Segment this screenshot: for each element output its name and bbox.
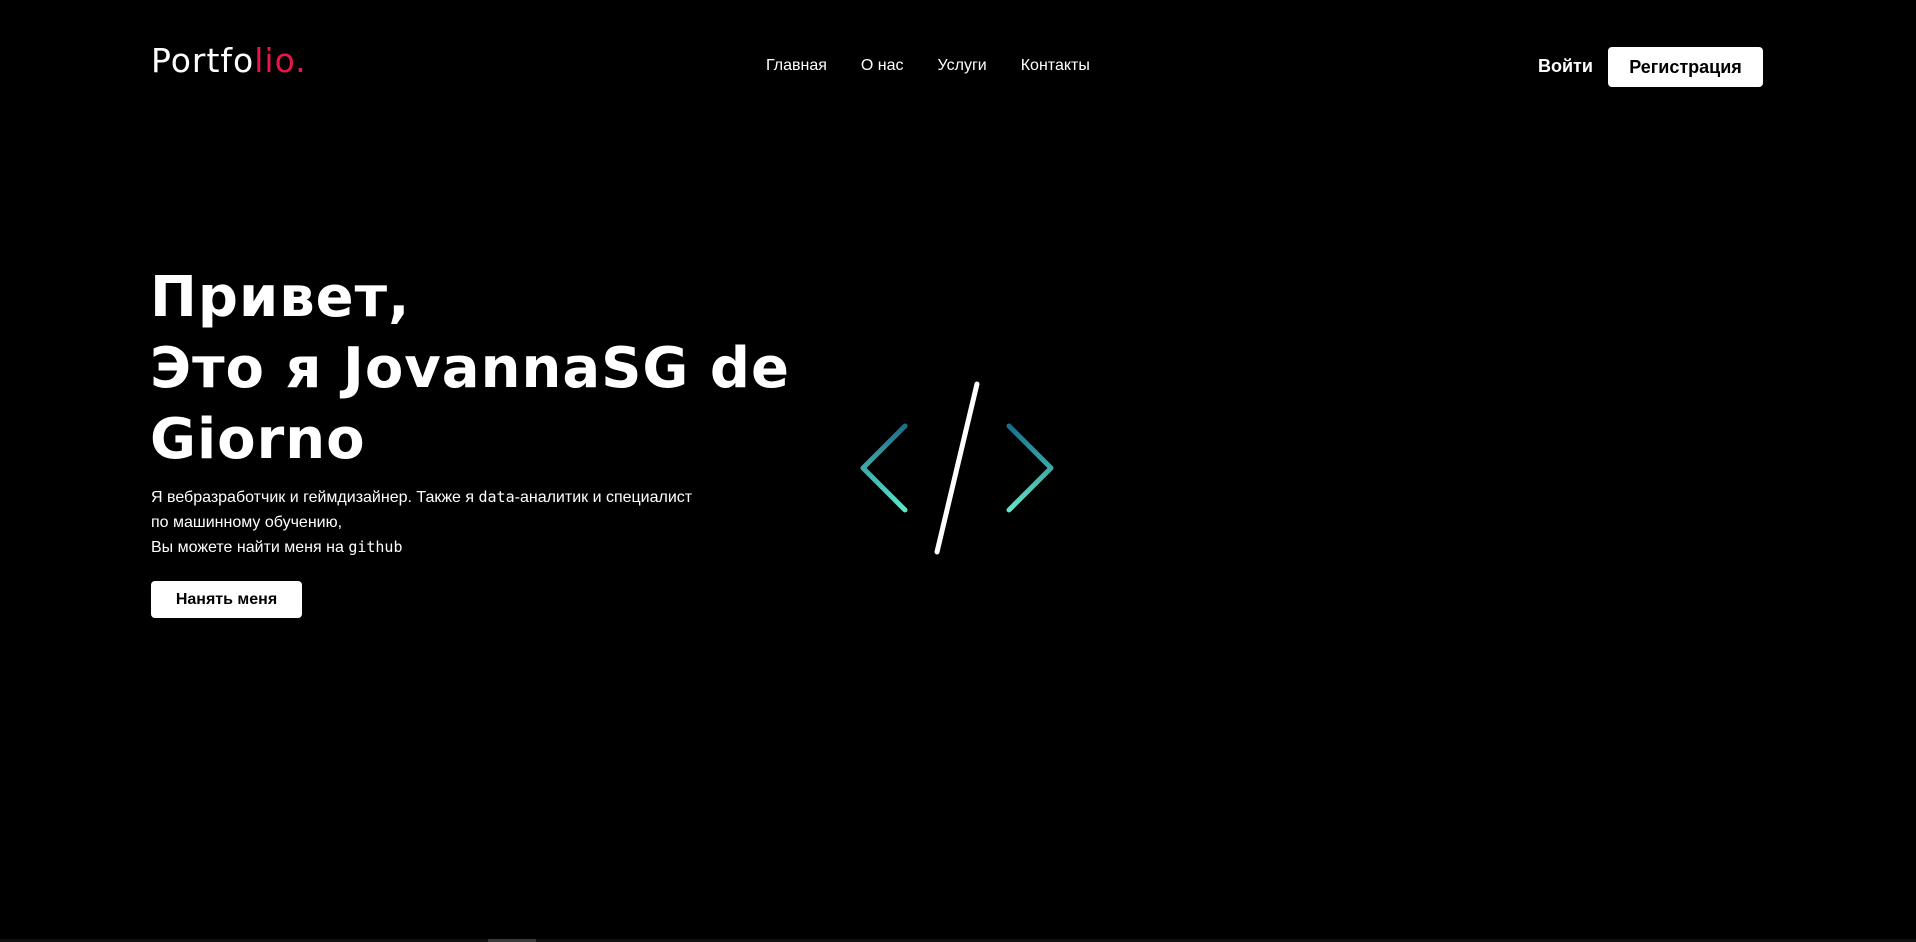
desc-data-term: data — [478, 488, 515, 506]
hero-title-line-3: Giorno — [150, 407, 366, 472]
desc-text: Я вебразработчик и геймдизайнер. Также я — [151, 489, 479, 506]
nav-item-contacts[interactable]: Контакты — [1021, 56, 1090, 76]
logo[interactable]: Portfolio. — [151, 44, 307, 77]
hero-title-line-2: Это я JovannaSG de — [150, 336, 790, 401]
logo-accent: lio. — [254, 41, 307, 80]
main-nav: Главная О нас Услуги Контакты — [766, 56, 1090, 76]
left-chevron-icon — [860, 423, 908, 513]
hire-me-button[interactable]: Нанять меня — [151, 581, 302, 618]
slash-icon — [934, 381, 980, 555]
github-link[interactable]: github — [348, 538, 402, 556]
hero-title-line-1: Привет, — [150, 265, 411, 330]
hero-title: Привет, Это я JovannaSG de Giorno — [150, 262, 790, 475]
nav-item-about[interactable]: О нас — [861, 56, 904, 76]
hero-description: Я вебразработчик и геймдизайнер. Также я… — [151, 485, 711, 560]
hero-description-line-1: Я вебразработчик и геймдизайнер. Также я… — [151, 485, 711, 535]
nav-item-services[interactable]: Услуги — [938, 56, 987, 76]
desc-text: Вы можете найти меня на — [151, 539, 349, 556]
logo-main: Portfo — [151, 41, 255, 80]
code-brackets-icon — [860, 381, 1054, 555]
hero-description-line-2: Вы можете найти меня на github — [151, 535, 711, 560]
login-link[interactable]: Войти — [1538, 55, 1593, 77]
right-chevron-icon — [1006, 423, 1054, 513]
register-button[interactable]: Регистрация — [1608, 47, 1763, 87]
nav-item-home[interactable]: Главная — [766, 56, 827, 76]
portfolio-page: Portfolio. Главная О нас Услуги Контакты… — [0, 0, 1916, 942]
